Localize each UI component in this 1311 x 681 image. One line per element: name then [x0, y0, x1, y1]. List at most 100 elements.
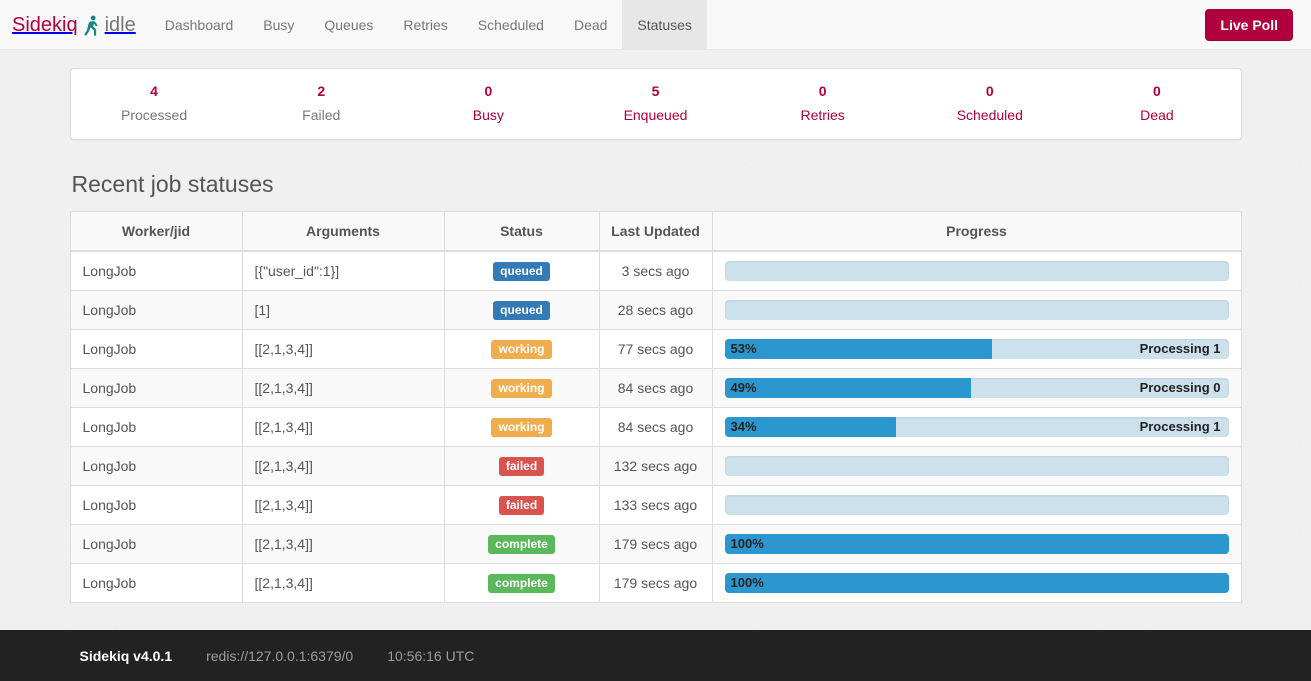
nav-item-dead[interactable]: Dead [559, 0, 622, 49]
cell-last-updated: 77 secs ago [599, 329, 713, 369]
cell-progress [712, 250, 1241, 291]
table-row[interactable]: LongJob [[2,1,3,4]] working 84 secs ago 34% P… [70, 407, 1241, 447]
cell-arguments: [[2,1,3,4]] [242, 563, 445, 603]
stat-scheduled-value: 0 [985, 83, 994, 99]
progress-percent-label: 34% [730, 419, 757, 435]
cell-last-updated: 28 secs ago [599, 290, 713, 330]
cell-status: failed [444, 485, 600, 525]
column-header-last-updated: Last Updated [599, 211, 713, 253]
progress-bar-fill [724, 378, 972, 399]
progress-bar-track: 49% Processing 0 [724, 378, 1229, 399]
cell-status: complete [444, 524, 600, 564]
cell-last-updated: 179 secs ago [599, 524, 713, 564]
progress-bar-track [724, 495, 1229, 516]
cell-status: working [444, 368, 600, 408]
nav-link-dead[interactable]: Dead [559, 0, 622, 49]
stat-busy[interactable]: 0 Busy [405, 81, 572, 125]
nav-item-scheduled[interactable]: Scheduled [463, 0, 559, 49]
stat-enqueued-label: Enqueued [623, 107, 688, 123]
status-badge: working [491, 339, 552, 359]
progress-bar-track: 34% Processing 1 [724, 417, 1229, 438]
progress-percent-label: 100% [730, 536, 764, 552]
status-badge: queued [493, 261, 550, 281]
table-row[interactable]: LongJob [[2,1,3,4]] failed 132 secs ago [70, 446, 1241, 486]
progress-bar-track [724, 456, 1229, 477]
nav-link-scheduled[interactable]: Scheduled [463, 0, 559, 49]
cell-progress: 49% Processing 0 [712, 368, 1241, 408]
stat-enqueued[interactable]: 5 Enqueued [572, 81, 739, 125]
stat-retries-value: 0 [818, 83, 827, 99]
cell-worker: LongJob [70, 485, 243, 525]
stat-busy-value: 0 [484, 83, 493, 99]
table-row[interactable]: LongJob [1] queued 28 secs ago [70, 290, 1241, 330]
sidekiq-runner-icon [83, 15, 100, 37]
progress-bar-fill [724, 534, 1229, 555]
footer-redis-url: redis://127.0.0.1:6379/0 [206, 647, 354, 664]
progress-percent-label: 100% [730, 575, 764, 591]
progress-bar-track: 53% Processing 1 [724, 339, 1229, 360]
nav-item-queues[interactable]: Queues [309, 0, 388, 49]
progress-percent-label: 49% [730, 380, 757, 396]
brand-name: Sidekiq [12, 13, 78, 36]
cell-arguments: [[2,1,3,4]] [242, 524, 445, 564]
cell-progress: 34% Processing 1 [712, 407, 1241, 447]
live-poll-button[interactable]: Live Poll [1205, 8, 1293, 41]
table-row[interactable]: LongJob [[2,1,3,4]] failed 133 secs ago [70, 485, 1241, 525]
table-row[interactable]: LongJob [[2,1,3,4]] complete 179 secs ago 10… [70, 524, 1241, 564]
stat-failed-label: Failed [302, 107, 341, 123]
cell-status: failed [444, 446, 600, 486]
table-body: LongJob [{"user_id":1}] queued 3 secs ago Lo… [70, 250, 1241, 603]
progress-bar-track [724, 261, 1229, 282]
nav-item-busy[interactable]: Busy [248, 0, 309, 49]
job-statuses-table: Worker/jid Arguments Status Last Updated… [69, 211, 1242, 604]
cell-last-updated: 84 secs ago [599, 368, 713, 408]
table-header-row: Worker/jid Arguments Status Last Updated… [70, 211, 1241, 253]
page-container: 4 Processed 2 Failed 0 Busy 5 Enqueued 0… [69, 68, 1242, 604]
stat-dead[interactable]: 0 Dead [1073, 81, 1240, 125]
cell-last-updated: 132 secs ago [599, 446, 713, 486]
brand-logo[interactable]: Sidekiq idle [0, 0, 150, 49]
brand-status-label: idle [104, 13, 136, 36]
cell-worker: LongJob [70, 524, 243, 564]
stat-enqueued-value: 5 [651, 83, 660, 99]
stat-scheduled[interactable]: 0 Scheduled [906, 81, 1073, 125]
cell-worker: LongJob [70, 290, 243, 330]
cell-worker: LongJob [70, 250, 243, 291]
table-row[interactable]: LongJob [{"user_id":1}] queued 3 secs ago [70, 250, 1241, 291]
cell-worker: LongJob [70, 407, 243, 447]
progress-bar-track [724, 300, 1229, 321]
nav-link-dashboard[interactable]: Dashboard [150, 0, 249, 49]
progress-bar-fill [724, 339, 992, 360]
table-row[interactable]: LongJob [[2,1,3,4]] working 84 secs ago 49% P… [70, 368, 1241, 408]
cell-worker: LongJob [70, 329, 243, 369]
stat-processed[interactable]: 4 Processed [71, 81, 238, 125]
cell-progress [712, 446, 1241, 486]
nav-link-statuses[interactable]: Statuses [622, 0, 707, 49]
cell-last-updated: 133 secs ago [599, 485, 713, 525]
page-footer: Sidekiq v4.0.1 redis://127.0.0.1:6379/0 … [0, 630, 1311, 681]
stat-retries[interactable]: 0 Retries [739, 81, 906, 125]
cell-worker: LongJob [70, 446, 243, 486]
cell-arguments: [[2,1,3,4]] [242, 407, 445, 447]
cell-arguments: [[2,1,3,4]] [242, 368, 445, 408]
cell-progress: 100% [712, 524, 1241, 564]
cell-status: queued [444, 290, 600, 330]
cell-last-updated: 3 secs ago [599, 250, 713, 291]
table-row[interactable]: LongJob [[2,1,3,4]] complete 179 secs ago 10… [70, 563, 1241, 603]
stat-failed[interactable]: 2 Failed [238, 81, 405, 125]
nav-link-busy[interactable]: Busy [248, 0, 309, 49]
nav-item-retries[interactable]: Retries [388, 0, 462, 49]
progress-message-label: Processing 1 [1139, 419, 1221, 435]
column-header-arguments: Arguments [242, 211, 445, 253]
nav-item-dashboard[interactable]: Dashboard [150, 0, 249, 49]
footer-inner: Sidekiq v4.0.1 redis://127.0.0.1:6379/0 … [70, 630, 1242, 681]
cell-arguments: [[2,1,3,4]] [242, 485, 445, 525]
stat-processed-value: 4 [150, 83, 158, 99]
cell-progress: 100% [712, 563, 1241, 603]
cell-last-updated: 84 secs ago [599, 407, 713, 447]
table-row[interactable]: LongJob [[2,1,3,4]] working 77 secs ago 53% P… [70, 329, 1241, 369]
nav-link-retries[interactable]: Retries [388, 0, 462, 49]
nav-link-queues[interactable]: Queues [309, 0, 388, 49]
cell-arguments: [1] [242, 290, 445, 330]
nav-item-statuses[interactable]: Statuses [622, 0, 707, 49]
